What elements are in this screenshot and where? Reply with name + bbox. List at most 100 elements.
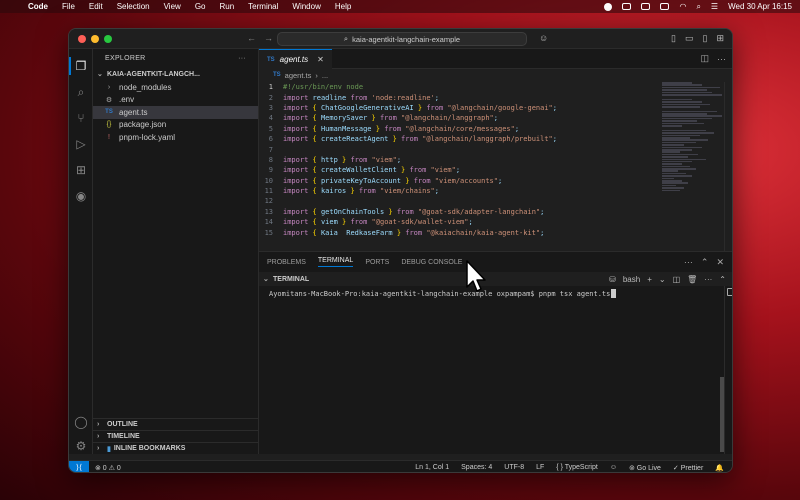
problems-count[interactable]: ⊗ 0 ⚠ 0 <box>95 464 121 472</box>
zoom-window-button[interactable] <box>104 35 112 43</box>
terminal-shell-name[interactable]: bash <box>623 275 640 284</box>
close-tab-icon[interactable]: ✕ <box>317 55 324 64</box>
more-actions-icon[interactable]: ··· <box>717 54 726 64</box>
tree-item-node-modules[interactable]: › node_modules <box>93 81 258 94</box>
back-arrow-icon[interactable]: ← <box>247 33 256 43</box>
screen-share-icon[interactable] <box>622 3 632 10</box>
remote-indicator-icon[interactable]: ⟩⟨ <box>69 460 89 472</box>
extensions-icon[interactable]: ⊞ <box>74 163 88 177</box>
code-line[interactable]: 9 import { createWalletClient } from "vie… <box>259 165 719 175</box>
code-line[interactable]: 10 import { privateKeyToAccount } from "v… <box>259 176 719 186</box>
copilot-icon[interactable]: ☺ <box>539 33 548 43</box>
explorer-more-icon[interactable]: ··· <box>238 55 246 62</box>
inline-bookmarks-section[interactable]: › ▮ INLINE BOOKMARKS <box>93 442 258 454</box>
spotlight-icon[interactable]: ⌕ <box>696 2 700 12</box>
explorer-icon[interactable]: ❐ <box>69 57 88 75</box>
menu-selection[interactable]: Selection <box>117 2 150 11</box>
menu-window[interactable]: Window <box>292 2 320 11</box>
source-control-icon[interactable]: ⑂ <box>74 111 88 125</box>
minimap[interactable] <box>662 82 724 192</box>
breadcrumb-symbols[interactable]: ... <box>322 71 328 80</box>
terminal-output[interactable]: Ayomitans-MacBook-Pro:kaia-agentkit-lang… <box>259 286 732 301</box>
more-actions-icon[interactable]: ··· <box>704 275 712 284</box>
toggle-secondary-sidebar-icon[interactable]: ▯ <box>703 33 708 44</box>
battery-icon[interactable] <box>660 3 670 10</box>
copilot-status-icon[interactable]: ☺ <box>610 464 617 471</box>
end-of-line[interactable]: LF <box>536 464 544 471</box>
code-line[interactable]: 5 import { HumanMessage } from "@langchai… <box>259 124 719 134</box>
close-window-button[interactable] <box>78 35 86 43</box>
tree-item-env[interactable]: ⚙ .env <box>93 94 258 107</box>
code-line[interactable]: 3 import { ChatGoogleGenerativeAI } from … <box>259 103 719 113</box>
code-line[interactable]: 12 <box>259 196 719 206</box>
breadcrumb-file[interactable]: agent.ts <box>285 71 312 80</box>
link-icon[interactable] <box>641 3 651 10</box>
encoding[interactable]: UTF-8 <box>504 464 524 471</box>
run-debug-icon[interactable]: ▷ <box>74 137 88 151</box>
manage-gear-icon[interactable]: ⚙ <box>74 439 88 453</box>
menu-terminal[interactable]: Terminal <box>248 2 278 11</box>
wifi-icon[interactable]: ◠ <box>679 2 686 11</box>
prettier-status[interactable]: ✓ Prettier <box>673 464 703 472</box>
chevron-down-icon[interactable]: ⌄ <box>659 275 666 284</box>
code-line[interactable]: 4 import { MemorySaver } from "@langchain… <box>259 113 719 123</box>
split-editor-icon[interactable]: ◫ <box>700 53 709 64</box>
code-line[interactable]: 15 import { Kaia RedkaseFarm } from "@kai… <box>259 227 719 237</box>
menu-file[interactable]: File <box>62 2 75 11</box>
customize-layout-icon[interactable]: ⊞ <box>716 33 724 44</box>
tab-problems[interactable]: PROBLEMS <box>267 259 306 266</box>
code-line[interactable]: 1 #!/usr/bin/env node <box>259 82 719 92</box>
menu-app-name[interactable]: Code <box>28 2 48 11</box>
code-line[interactable]: 11 import { kairos } from "viem/chains"; <box>259 186 719 196</box>
record-icon[interactable] <box>604 2 613 11</box>
tab-terminal[interactable]: TERMINAL <box>317 257 354 267</box>
split-terminal-icon[interactable]: ◫ <box>673 275 681 284</box>
menu-go[interactable]: Go <box>195 2 206 11</box>
code-line[interactable]: 14 import { viem } from "@goat-sdk/wallet… <box>259 217 719 227</box>
collapse-icon[interactable]: ⌃ <box>719 275 726 284</box>
tree-item-pnpm-lock[interactable]: ! pnpm-lock.yaml <box>93 131 258 144</box>
outline-section[interactable]: › OUTLINE <box>93 418 258 430</box>
command-center-search[interactable]: ⌕ kaia-agentkit-langchain-example <box>277 32 527 46</box>
code-line[interactable]: 8 import { http } from "viem"; <box>259 155 719 165</box>
cursor-position[interactable]: Ln 1, Col 1 <box>415 464 449 471</box>
control-center-icon[interactable]: ☰ <box>711 2 718 11</box>
code-view[interactable]: 1 #!/usr/bin/env node 2 import readline fro… <box>259 82 719 252</box>
tab-debug-console[interactable]: DEBUG CONSOLE <box>401 259 462 266</box>
tree-item-package-json[interactable]: {} package.json <box>93 119 258 132</box>
workspace-folder[interactable]: ⌄ KAIA-AGENTKIT-LANGCH... <box>93 67 258 81</box>
new-terminal-icon[interactable]: + <box>647 275 652 284</box>
tab-ports[interactable]: PORTS <box>365 259 389 266</box>
toggle-primary-sidebar-icon[interactable]: ▯ <box>671 33 676 44</box>
forward-arrow-icon[interactable]: → <box>264 33 273 43</box>
tree-item-agent-ts[interactable]: TS agent.ts <box>93 106 258 119</box>
code-line[interactable]: 7 <box>259 144 719 154</box>
clock-text[interactable]: Wed 30 Apr 16:15 <box>728 2 792 11</box>
tab-agent-ts[interactable]: TS agent.ts ✕ <box>259 49 332 69</box>
menu-view[interactable]: View <box>164 2 181 11</box>
editor-scrollbar[interactable] <box>724 82 732 251</box>
code-line[interactable]: 6 import { createReactAgent } from "@lang… <box>259 134 719 144</box>
timeline-section[interactable]: › TIMELINE <box>93 430 258 442</box>
menu-edit[interactable]: Edit <box>89 2 103 11</box>
more-actions-icon[interactable]: ··· <box>684 257 693 268</box>
search-view-icon[interactable]: ⌕ <box>74 85 88 99</box>
menu-run[interactable]: Run <box>219 2 234 11</box>
chevron-down-icon[interactable]: ⌄ <box>263 275 273 283</box>
terminal-scrollbar[interactable] <box>720 377 724 452</box>
indentation[interactable]: Spaces: 4 <box>461 464 492 471</box>
notifications-bell-icon[interactable]: 🔔 <box>715 464 724 472</box>
menu-help[interactable]: Help <box>335 2 351 11</box>
kill-terminal-icon[interactable]: 🗑 <box>687 275 697 284</box>
terminal-tab-icon[interactable] <box>727 288 732 296</box>
toggle-panel-icon[interactable]: ▭ <box>685 33 694 44</box>
minimize-window-button[interactable] <box>91 35 99 43</box>
close-panel-icon[interactable]: ✕ <box>716 257 724 268</box>
code-line[interactable]: 2 import readline from 'node:readline'; <box>259 92 719 102</box>
language-mode[interactable]: { } TypeScript <box>556 464 598 471</box>
remote-explorer-icon[interactable]: ◉ <box>74 189 88 203</box>
account-icon[interactable]: ◯ <box>74 415 88 429</box>
code-line[interactable]: 13 import { getOnChainTools } from "@goat… <box>259 207 719 217</box>
maximize-panel-icon[interactable]: ⌃ <box>701 257 709 268</box>
go-live-button[interactable]: ⊚ Go Live <box>629 464 661 472</box>
